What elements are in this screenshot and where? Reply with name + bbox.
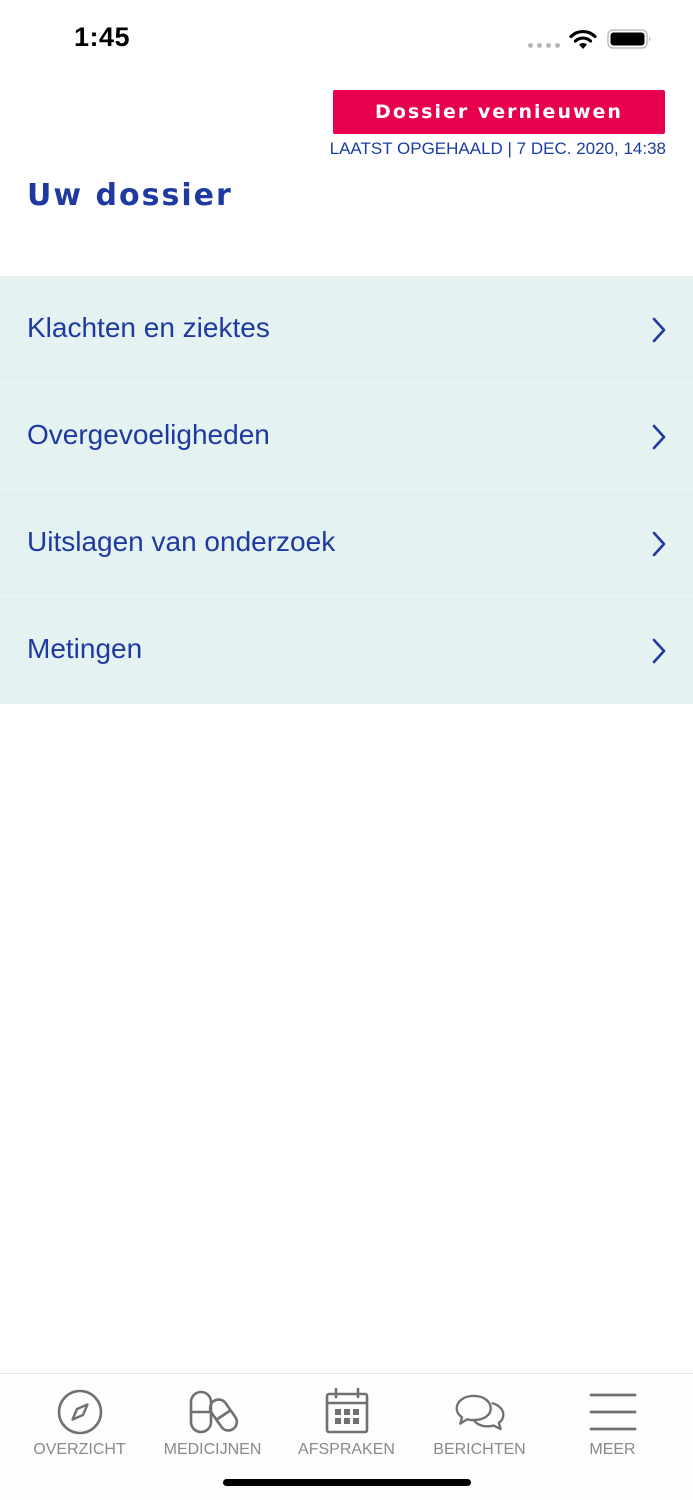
chevron-right-icon <box>652 424 666 450</box>
tab-meer[interactable]: MEER <box>546 1374 679 1474</box>
renew-dossier-button[interactable]: Dossier vernieuwen <box>333 90 665 134</box>
list-item-uitslagen[interactable]: Uitslagen van onderzoek <box>0 490 693 597</box>
home-indicator[interactable] <box>223 1479 471 1486</box>
list-item-overgevoeligheden[interactable]: Overgevoeligheden <box>0 383 693 490</box>
tab-berichten[interactable]: BERICHTEN <box>413 1374 546 1474</box>
tab-medicijnen[interactable]: MEDICIJNEN <box>146 1374 279 1474</box>
list-item-label: Klachten en ziektes <box>27 312 270 343</box>
last-fetched-timestamp: LAATST OPGEHAALD | 7 DEC. 2020, 14:38 <box>329 139 666 158</box>
tab-label: OVERZICHT <box>33 1441 126 1458</box>
calendar-icon <box>325 1387 368 1434</box>
tab-label: AFSPRAKEN <box>298 1441 395 1458</box>
chevron-right-icon <box>652 531 666 557</box>
chat-bubbles-icon <box>455 1394 504 1431</box>
wifi-icon <box>569 29 597 49</box>
page-title: Uw dossier <box>27 178 233 213</box>
chevron-right-icon <box>652 638 666 664</box>
list-item-label: Uitslagen van onderzoek <box>27 526 336 557</box>
status-bar: 1:45 <box>0 0 693 80</box>
battery-icon <box>607 29 651 49</box>
menu-icon <box>589 1393 636 1431</box>
dossier-list: Klachten en ziektes Overgevoeligheden Ui… <box>0 276 693 704</box>
list-item-label: Overgevoeligheden <box>27 419 270 450</box>
tab-label: BERICHTEN <box>433 1441 526 1458</box>
pills-icon <box>189 1390 238 1434</box>
chevron-right-icon <box>652 317 666 343</box>
compass-icon <box>57 1389 102 1435</box>
status-time: 1:45 <box>74 22 131 52</box>
cellular-signal-icon <box>528 43 562 49</box>
tab-label: MEER <box>589 1441 636 1458</box>
list-item-klachten[interactable]: Klachten en ziektes <box>0 276 693 383</box>
tab-label: MEDICIJNEN <box>163 1441 262 1458</box>
tab-afspraken[interactable]: AFSPRAKEN <box>280 1374 413 1474</box>
list-item-label: Metingen <box>27 633 143 664</box>
tab-overzicht[interactable]: OVERZICHT <box>13 1374 146 1474</box>
list-item-metingen[interactable]: Metingen <box>0 597 693 704</box>
